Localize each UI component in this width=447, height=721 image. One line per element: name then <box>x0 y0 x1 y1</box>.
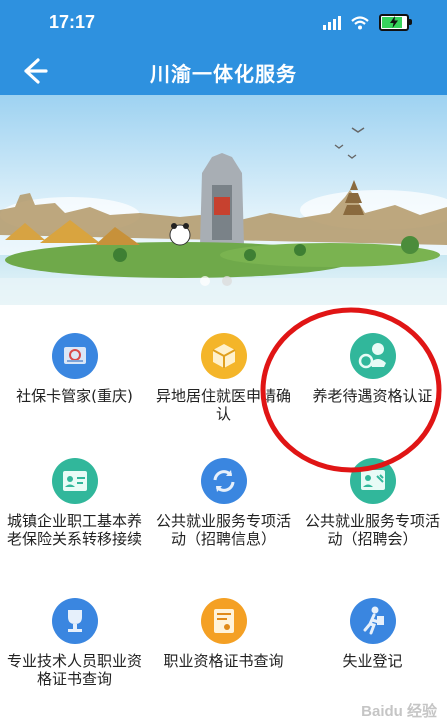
id-card-icon <box>51 333 98 379</box>
service-label: 公共就业服务专项活动（招聘会） <box>304 512 440 548</box>
banner-image <box>0 95 447 305</box>
signal-icon <box>323 15 341 30</box>
wifi-icon <box>351 15 369 29</box>
carousel-dot[interactable] <box>222 276 232 286</box>
walking-person-icon <box>349 598 396 644</box>
service-pension-transfer[interactable]: 城镇企业职工基本养老保险关系转移接续 <box>0 458 149 548</box>
presentation-icon <box>349 458 396 504</box>
carousel-dot-active[interactable] <box>200 276 210 286</box>
service-label: 社保卡管家(重庆) <box>16 387 133 405</box>
service-unemployment-registration[interactable]: 失业登记 <box>298 598 447 670</box>
service-remote-medical-confirmation[interactable]: 异地居住就医申请确认 <box>149 333 298 423</box>
service-label: 专业技术人员职业资格证书查询 <box>6 652 142 688</box>
service-label: 异地居住就医申请确认 <box>155 387 291 423</box>
service-label: 城镇企业职工基本养老保险关系转移接续 <box>6 512 142 548</box>
watermark: Baidu 经验 <box>361 703 437 720</box>
status-time: 17:17 <box>49 12 96 32</box>
refresh-icon <box>200 458 247 504</box>
service-employment-job-fair[interactable]: 公共就业服务专项活动（招聘会） <box>298 458 447 548</box>
service-qualification-certificate-query[interactable]: 职业资格证书查询 <box>149 598 298 670</box>
service-employment-recruitment-info[interactable]: 公共就业服务专项活动（招聘信息） <box>149 458 298 548</box>
elder-care-icon <box>349 333 396 379</box>
service-label: 失业登记 <box>342 652 403 670</box>
service-label: 公共就业服务专项活动（招聘信息） <box>155 512 291 548</box>
service-professional-certificate-query[interactable]: 专业技术人员职业资格证书查询 <box>0 598 149 688</box>
box-icon <box>200 333 247 379</box>
banner-carousel[interactable] <box>0 95 447 305</box>
carousel-indicator <box>200 276 232 286</box>
app-header: 17:17 川渝一体化服务 <box>0 0 447 95</box>
service-label: 养老待遇资格认证 <box>312 387 433 405</box>
service-social-security-card[interactable]: 社保卡管家(重庆) <box>0 333 149 405</box>
battery-icon <box>379 14 412 31</box>
certificate-icon <box>200 598 247 644</box>
page-title: 川渝一体化服务 <box>150 62 297 86</box>
service-label: 职业资格证书查询 <box>163 652 284 670</box>
profile-card-icon <box>51 458 98 504</box>
trophy-icon <box>51 598 98 644</box>
service-pension-qualification[interactable]: 养老待遇资格认证 <box>298 333 447 405</box>
status-icons <box>323 14 412 31</box>
